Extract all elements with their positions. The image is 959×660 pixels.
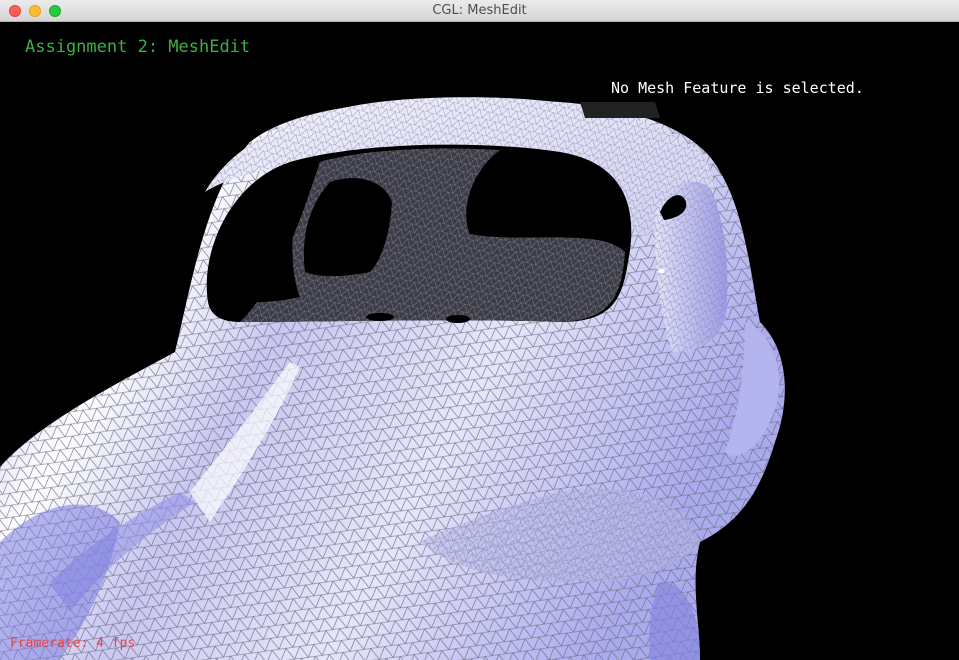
app-window: CGL: MeshEdit Assignment 2: MeshEdit No … [0,0,959,660]
assignment-title: Assignment 2: MeshEdit [25,37,251,57]
mesh-viewport[interactable]: Assignment 2: MeshEdit No Mesh Feature i… [0,22,959,660]
framerate-readout: Framerate: 4 fps [10,636,136,651]
selection-status: No Mesh Feature is selected. [611,79,864,97]
title-bar[interactable]: CGL: MeshEdit [0,0,959,22]
mesh-render[interactable] [0,22,959,660]
window-title: CGL: MeshEdit [432,3,527,18]
